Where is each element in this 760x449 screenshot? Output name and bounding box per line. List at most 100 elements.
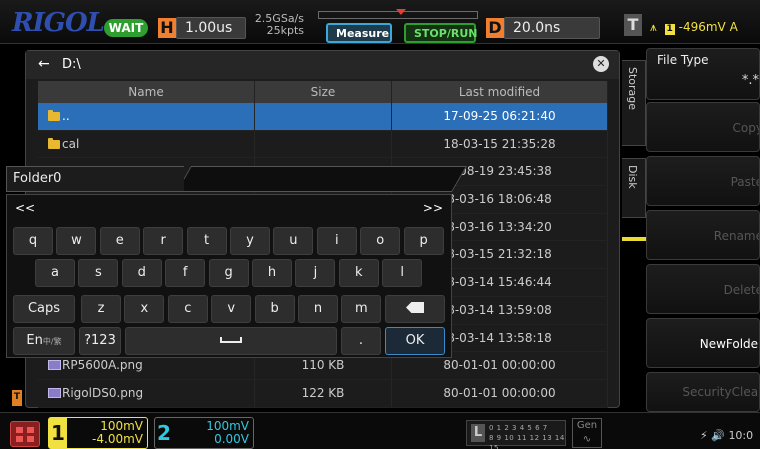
key-e[interactable]: e <box>99 227 140 255</box>
key-q[interactable]: q <box>13 227 53 255</box>
channel2-box[interactable]: 2 100mV 0.00V <box>154 417 254 449</box>
numeric-key[interactable]: ?123 <box>79 327 121 355</box>
key-u[interactable]: u <box>273 227 314 255</box>
channel1-offset: -4.00mV <box>92 432 143 446</box>
table-row[interactable]: cal 18-03-15 21:35:28 <box>38 130 608 159</box>
delay-control[interactable]: D 20.0ns <box>486 17 600 39</box>
key-s[interactable]: s <box>78 259 119 287</box>
menu-copy[interactable]: Copy <box>646 102 760 152</box>
key-x[interactable]: x <box>124 295 165 323</box>
image-file-icon <box>48 360 61 371</box>
trigger-position-marker <box>396 9 406 15</box>
image-file-icon <box>48 387 61 398</box>
generator-button[interactable]: Gen ∿ <box>572 418 602 448</box>
trigger-info: ⩚ 1 -496mV A <box>650 20 738 35</box>
key-i[interactable]: i <box>316 227 357 255</box>
stop-run-button[interactable]: STOP/RUN <box>404 23 477 43</box>
table-row[interactable]: RigolDS0.png 122 KB 80-01-01 00:00:00 <box>38 379 608 408</box>
key-b[interactable]: b <box>254 295 295 323</box>
tab-disk[interactable]: Disk <box>622 158 646 218</box>
trigger-channel: 1 <box>664 24 675 35</box>
menu-security-clear-label: SecurityClear <box>682 385 760 399</box>
key-m[interactable]: m <box>341 295 382 323</box>
dot-key[interactable]: . <box>341 327 381 355</box>
space-icon <box>220 337 242 343</box>
key-y[interactable]: y <box>230 227 270 255</box>
menu-delete[interactable]: Delete <box>646 264 760 314</box>
file-name: RigolDS0.png <box>62 385 144 400</box>
ok-key[interactable]: OK <box>385 327 445 355</box>
speaker-icon: 🔊 <box>711 429 725 442</box>
key-r[interactable]: r <box>143 227 184 255</box>
key-c[interactable]: c <box>167 295 208 323</box>
trigger-badge[interactable]: T <box>624 14 642 36</box>
file-type-label: File Type <box>657 53 709 67</box>
backspace-key[interactable] <box>385 295 445 323</box>
channel1-box[interactable]: 1 100mV -4.00mV <box>48 417 148 449</box>
right-softkey-menu: File Type *.* Copy Paste Rename Delete N… <box>646 46 760 412</box>
table-row[interactable]: .. 17-09-25 06:21:40 <box>38 103 608 131</box>
menu-new-folder[interactable]: NewFolder <box>646 318 760 368</box>
key-n[interactable]: n <box>298 295 338 323</box>
delay-value: 20.0ns <box>504 17 600 39</box>
folder-icon <box>48 137 60 149</box>
caps-key[interactable]: Caps <box>13 295 75 323</box>
menu-rename[interactable]: Rename <box>646 210 760 260</box>
key-h[interactable]: h <box>252 259 292 287</box>
key-w[interactable]: w <box>56 227 97 255</box>
back-arrow-icon[interactable]: ← <box>38 56 50 72</box>
key-f[interactable]: f <box>165 259 206 287</box>
menu-rename-label: Rename <box>713 229 760 243</box>
menu-file-type[interactable]: File Type *.* <box>646 48 760 100</box>
key-p[interactable]: p <box>403 227 444 255</box>
logic-analyzer-box[interactable]: L 0 1 2 3 4 5 6 7 8 9 10 11 12 13 14 15 <box>466 420 566 449</box>
main-menu-button[interactable] <box>10 421 40 447</box>
menu-paste[interactable]: Paste <box>646 156 760 206</box>
column-size[interactable]: Size <box>255 81 392 103</box>
run-state-badge: WAIT <box>104 19 148 37</box>
column-modified[interactable]: Last modified <box>392 81 608 103</box>
file-modified-cell: 18-03-15 21:35:28 <box>392 130 608 158</box>
language-key[interactable]: En中/繁 <box>13 327 75 355</box>
measure-button[interactable]: Measure <box>326 23 392 43</box>
key-k[interactable]: k <box>338 259 379 287</box>
menu-paste-label: Paste <box>730 175 760 189</box>
file-name-cell: RigolDS0.png <box>38 379 255 407</box>
horizontal-timebase[interactable]: H 1.00us <box>158 17 246 39</box>
channel2-offset: 0.00V <box>214 432 249 446</box>
timebase-value: 1.00us <box>176 17 246 39</box>
file-name: RP5600A.png <box>62 358 143 373</box>
status-area: ⚡ 🔊 10:0 <box>700 429 753 442</box>
file-type-value: *.* <box>741 73 759 88</box>
menu-security-clear[interactable]: SecurityClear <box>646 372 760 412</box>
file-size-cell <box>255 130 392 158</box>
key-d[interactable]: d <box>121 259 162 287</box>
folder-icon <box>48 110 60 121</box>
file-modified-cell: 80-01-01 00:00:00 <box>392 379 608 407</box>
trigger-level-marker: T <box>12 390 22 406</box>
name-input-field[interactable] <box>176 166 468 192</box>
clock-text: 10:0 <box>728 429 754 442</box>
key-g[interactable]: g <box>208 259 249 287</box>
keyboard-next-button[interactable]: >> <box>423 201 443 215</box>
keyboard-prev-button[interactable]: << <box>15 201 35 215</box>
name-input-value[interactable]: Folder0 <box>6 166 184 192</box>
key-a[interactable]: a <box>35 259 75 287</box>
tab-storage[interactable]: Storage <box>622 60 646 146</box>
logic-badge: L <box>471 424 485 442</box>
key-o[interactable]: o <box>360 227 401 255</box>
key-v[interactable]: v <box>211 295 252 323</box>
column-name[interactable]: Name <box>38 81 255 103</box>
memory-depth: 25kpts <box>266 24 304 37</box>
space-key[interactable] <box>125 327 337 355</box>
close-icon[interactable]: ✕ <box>593 56 609 72</box>
usb-icon: ⚡ <box>700 429 708 442</box>
file-size-cell: 122 KB <box>255 379 392 407</box>
key-t[interactable]: t <box>186 227 227 255</box>
key-l[interactable]: l <box>382 259 423 287</box>
key-z[interactable]: z <box>81 295 121 323</box>
channel1-values: 100mV -4.00mV <box>73 420 143 446</box>
key-j[interactable]: j <box>295 259 336 287</box>
channel2-values: 100mV 0.00V <box>179 420 249 446</box>
logic-channels-row2: 8 9 10 11 12 13 14 15 <box>489 434 565 449</box>
